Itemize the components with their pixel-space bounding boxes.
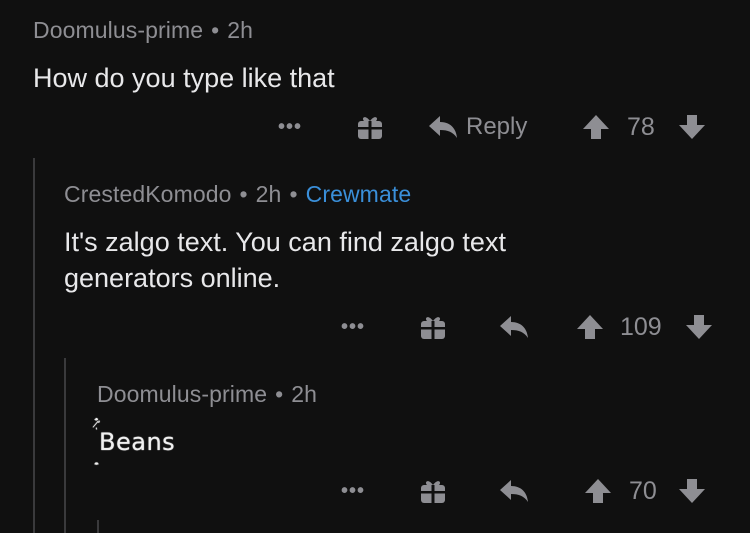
reply-label: Reply <box>466 113 528 140</box>
more-options-icon[interactable]: ••• <box>341 310 365 344</box>
comment-author[interactable]: Doomulus-prime <box>97 381 267 407</box>
comment-author[interactable]: CrestedKomodo <box>64 181 232 207</box>
gift-award-icon[interactable] <box>355 110 385 144</box>
comment-body: Beans <box>99 428 176 456</box>
comment-body-line-2: generators online. <box>64 263 281 293</box>
gift-award-icon[interactable] <box>418 310 448 344</box>
reply-button[interactable]: Reply <box>428 110 527 144</box>
comment-meta: Doomulus-prime • 2h <box>33 17 253 44</box>
reply-arrow-icon <box>428 114 458 140</box>
upvote-arrow-icon[interactable] <box>583 474 613 508</box>
comment-time: 2h <box>255 181 282 207</box>
meta-separator: • <box>289 181 298 207</box>
reply-arrow-icon[interactable] <box>499 310 529 344</box>
comment-body-zalgo: ̷̛̓̈́ͅ Beans ̦̥̝̼͈ <box>99 428 175 456</box>
comment-body: How do you type like that <box>33 63 335 93</box>
meta-separator: • <box>211 17 220 43</box>
downvote-arrow-icon[interactable] <box>684 310 714 344</box>
meta-separator: • <box>275 381 284 407</box>
vote-count: 70 <box>629 476 657 505</box>
vote-count: 78 <box>627 112 655 141</box>
meta-separator: • <box>239 181 248 207</box>
comment-time: 2h <box>227 17 254 43</box>
comment-actions: ••• Reply 78 <box>0 110 750 144</box>
reply-arrow-icon[interactable] <box>499 474 529 508</box>
more-options-icon[interactable]: ••• <box>341 474 365 508</box>
comment-actions: ••• 70 <box>0 474 750 508</box>
comment-author[interactable]: Doomulus-prime <box>33 17 203 43</box>
zalgo-decoration: ̷̛̓̈́ͅ <box>99 417 101 430</box>
downvote-arrow-icon[interactable] <box>677 110 707 144</box>
comment-body-line-1: It's zalgo text. You can find zalgo text <box>64 227 506 257</box>
upvote-arrow-icon[interactable] <box>581 110 611 144</box>
user-flair: Crewmate <box>305 181 412 207</box>
gift-award-icon[interactable] <box>418 474 448 508</box>
upvote-arrow-icon[interactable] <box>575 310 605 344</box>
comment-meta: Doomulus-prime • 2h <box>97 381 317 408</box>
more-options-icon[interactable]: ••• <box>278 110 302 144</box>
comment-time: 2h <box>291 381 318 407</box>
vote-count: 109 <box>620 312 662 341</box>
comment-meta: CrestedKomodo • 2h • Crewmate <box>64 181 411 208</box>
zalgo-decoration: ̦̥̝̼͈ <box>99 454 100 465</box>
downvote-arrow-icon[interactable] <box>677 474 707 508</box>
comment-thread: Doomulus-prime • 2h How do you type like t… <box>0 0 750 533</box>
comment-actions: ••• 109 <box>0 310 750 344</box>
thread-line-level-3[interactable] <box>97 520 99 533</box>
